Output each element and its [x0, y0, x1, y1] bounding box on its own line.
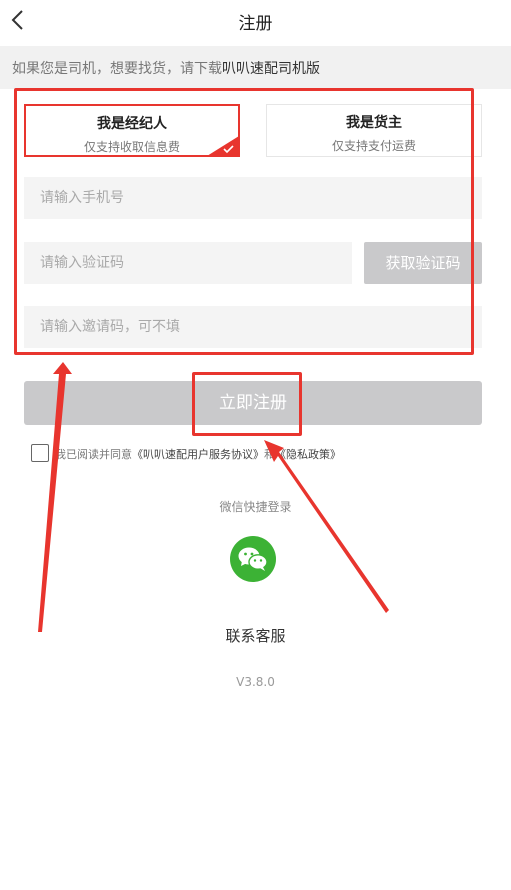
selected-check-icon — [208, 136, 238, 155]
role-broker-option[interactable]: 我是经纪人 仅支持收取信息费 — [24, 104, 240, 157]
verification-code-field — [24, 242, 352, 284]
role-shipper-subtitle: 仅支持支付运费 — [331, 139, 416, 153]
invite-code-field — [24, 306, 482, 348]
agreement-prefix: 我已阅读并同意 — [55, 448, 132, 461]
role-shipper-option[interactable]: 我是货主 仅支持支付运费 — [266, 104, 482, 157]
notice-message: 如果您是司机，想要找货，请下载 — [12, 61, 222, 77]
wechat-login-label: 微信快捷登录 — [219, 500, 292, 514]
service-agreement-link[interactable]: 《叭叭速配用户服务协议》 — [132, 448, 264, 461]
driver-notice-text: 如果您是司机，想要找货，请下载叭叭速配司机版 — [12, 58, 320, 78]
privacy-policy-link[interactable]: 《隐私政策》 — [275, 448, 341, 461]
get-code-button[interactable]: 获取验证码 — [364, 242, 482, 284]
verification-code-input[interactable] — [24, 242, 352, 284]
wechat-icon — [238, 547, 268, 571]
register-button[interactable]: 立即注册 — [24, 381, 482, 425]
phone-field — [24, 177, 482, 219]
header: 注册 — [0, 0, 511, 44]
driver-app-link[interactable]: 叭叭速配司机版 — [222, 61, 320, 77]
phone-input[interactable] — [24, 177, 482, 219]
wechat-login-button[interactable] — [230, 536, 276, 582]
contact-service-link[interactable]: 联系客服 — [0, 625, 511, 646]
page-title: 注册 — [238, 14, 273, 34]
app-version: V3.8.0 — [236, 675, 275, 689]
agreement-text: 我已阅读并同意《叭叭速配用户服务协议》和《隐私政策》 — [55, 446, 341, 462]
arrow-to-register — [264, 440, 389, 613]
role-broker-title: 我是经纪人 — [97, 116, 167, 132]
role-shipper-title: 我是货主 — [346, 115, 402, 131]
agreement-conjunction: 和 — [264, 448, 275, 461]
agreement-checkbox[interactable] — [31, 444, 49, 462]
driver-notice-bar: 如果您是司机，想要找货，请下载叭叭速配司机版 — [0, 46, 511, 89]
invite-code-input[interactable] — [24, 306, 482, 348]
